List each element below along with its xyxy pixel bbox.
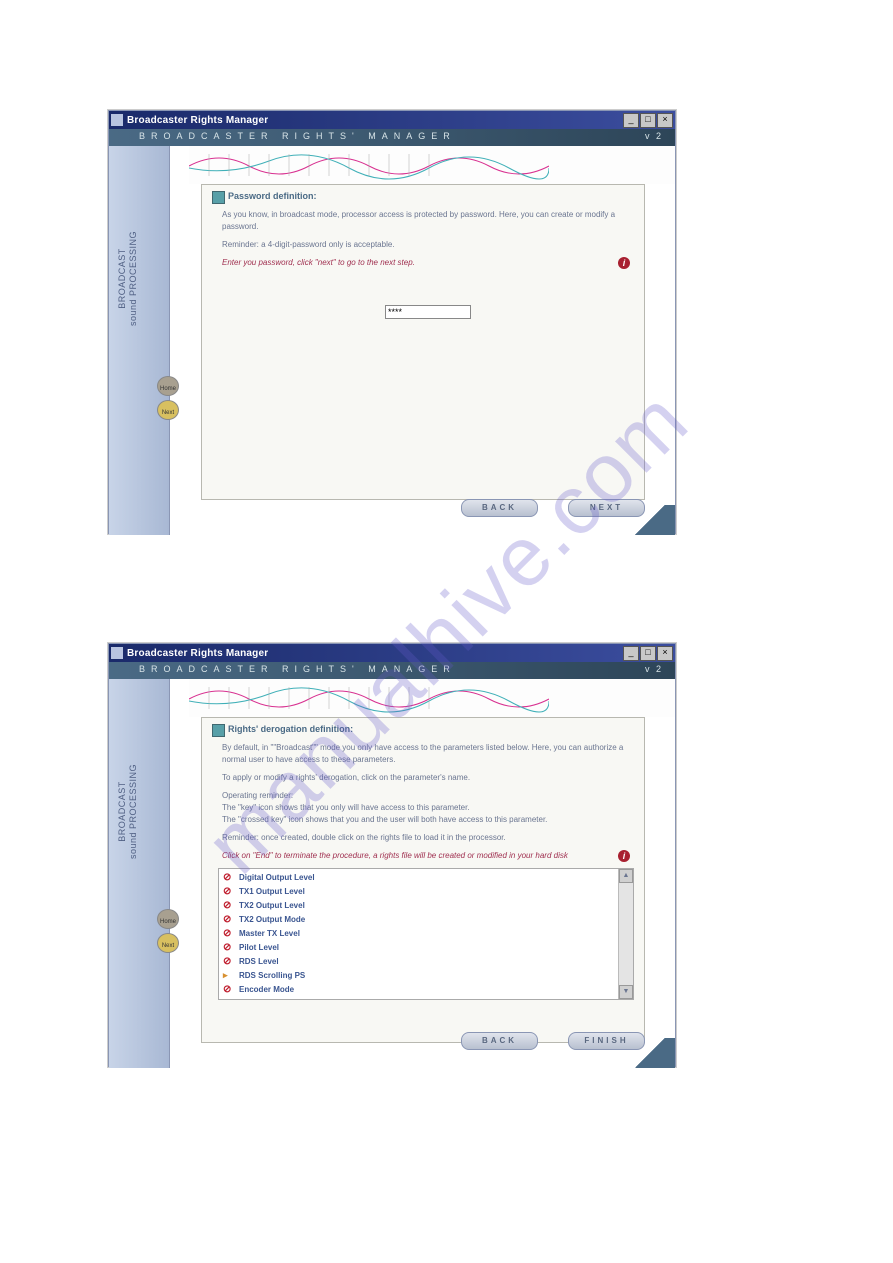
scrollbar[interactable]: ▲ ▼ [618, 869, 633, 999]
body-area: BROADCAST sound PROCESSING BROADC Home N… [109, 146, 675, 535]
rights-item-label: Digital Output Level [239, 873, 315, 882]
side-buttons: Home Next [157, 376, 179, 420]
instruction-text: Enter you password, click "next" to go t… [222, 257, 634, 269]
nav-buttons: BACK FINISH [461, 1032, 645, 1050]
rights-item[interactable]: TX2 Output Level [223, 899, 629, 913]
password-input-wrap [222, 275, 634, 349]
scroll-up-button[interactable]: ▲ [619, 869, 633, 883]
reminder-text: Reminder: a 4-digit-password only is acc… [222, 239, 634, 251]
crossed-key-icon [223, 914, 235, 923]
panel-header: Rights' derogation definition: [212, 722, 634, 738]
rights-item[interactable]: RDS Level [223, 955, 629, 969]
sidebar-vertical-label: BROADCAST sound PROCESSING [117, 231, 139, 326]
app-window-1: Broadcaster Rights Manager _ □ × BROADCA… [108, 110, 676, 534]
operating-reminder: Operating reminder: The "key" icon shows… [222, 790, 634, 826]
titlebar[interactable]: Broadcaster Rights Manager _ □ × [109, 644, 675, 662]
rights-item-label: MPX Guard OnOff & Target [239, 999, 341, 1000]
minimize-button[interactable]: _ [623, 113, 639, 128]
home-button[interactable]: Home [157, 376, 179, 396]
rights-item[interactable]: Master TX Level [223, 927, 629, 941]
maximize-button[interactable]: □ [640, 646, 656, 661]
rights-list: Digital Output Level TX1 Output Level TX2 … [219, 869, 633, 1000]
crossed-key-icon [223, 984, 235, 993]
sidebar: BROADCAST sound PROCESSING BROADC [109, 146, 170, 535]
content-panel-rights: Rights' derogation definition: By defaul… [201, 717, 645, 1043]
crossed-key-icon [223, 872, 235, 881]
version-label: v 2 [645, 664, 663, 674]
rights-item-label: RDS Scrolling PS [239, 971, 305, 980]
window-title: Broadcaster Rights Manager [127, 115, 623, 126]
waveform-graphic [189, 679, 675, 717]
home-button[interactable]: Home [157, 909, 179, 929]
intro-text: By default, in ""Broadcast"" mode you on… [222, 742, 634, 766]
close-button[interactable]: × [657, 646, 673, 661]
rights-item-label: TX2 Output Mode [239, 915, 305, 924]
window-controls: _ □ × [623, 113, 673, 128]
scroll-down-button[interactable]: ▼ [619, 985, 633, 999]
app-window-2: Broadcaster Rights Manager _ □ × BROADCA… [108, 643, 676, 1067]
rights-list-container: Digital Output Level TX1 Output Level TX2 … [218, 868, 634, 1000]
window-controls: _ □ × [623, 646, 673, 661]
corner-decoration [625, 1038, 675, 1068]
rights-item-label: TX2 Output Level [239, 901, 305, 910]
rights-item-label: Master TX Level [239, 929, 300, 938]
rights-item-label: Encoder Mode [239, 985, 294, 994]
close-button[interactable]: × [657, 113, 673, 128]
panel-body: As you know, in broadcast mode, processo… [212, 209, 634, 349]
rights-item[interactable]: TX1 Output Level [223, 885, 629, 899]
waveform-graphic [189, 146, 675, 184]
crossed-key-icon [223, 900, 235, 909]
info-icon[interactable]: i [618, 850, 630, 862]
instruction-text: Click on "End" to terminate the procedur… [222, 850, 634, 862]
crossed-key-icon [223, 928, 235, 937]
rights-item[interactable]: RDS Scrolling PS [223, 969, 629, 983]
rights-item-label: Pilot Level [239, 943, 279, 952]
next-side-button[interactable]: Next [157, 933, 179, 953]
sidebar-vertical-label: BROADCAST sound PROCESSING [117, 764, 139, 859]
rights-item[interactable]: Pilot Level [223, 941, 629, 955]
apply-text: To apply or modify a rights' derogation,… [222, 772, 634, 784]
minimize-button[interactable]: _ [623, 646, 639, 661]
app-banner: BROADCASTER RIGHTS' MANAGER v 2 [109, 129, 675, 146]
rights-item[interactable]: Digital Output Level [223, 871, 629, 885]
nav-buttons: BACK NEXT [461, 499, 645, 517]
titlebar[interactable]: Broadcaster Rights Manager _ □ × [109, 111, 675, 129]
sidebar-ghost-text: BROADC [69, 928, 101, 1060]
panel-header: Password definition: [212, 189, 634, 205]
app-banner: BROADCASTER RIGHTS' MANAGER v 2 [109, 662, 675, 679]
sidebar: BROADCAST sound PROCESSING BROADC [109, 679, 170, 1068]
crossed-key-icon [223, 942, 235, 951]
rights-item[interactable]: Encoder Mode [223, 983, 629, 997]
body-area: BROADCAST sound PROCESSING BROADC Home N… [109, 679, 675, 1068]
folder-icon [223, 970, 235, 979]
intro-text: As you know, in broadcast mode, processo… [222, 209, 634, 233]
password-input[interactable] [385, 305, 471, 319]
window-title: Broadcaster Rights Manager [127, 648, 623, 659]
maximize-button[interactable]: □ [640, 113, 656, 128]
rights-item[interactable]: MPX Guard OnOff & Target [223, 997, 629, 1000]
banner-text: BROADCASTER RIGHTS' MANAGER [139, 664, 456, 674]
version-label: v 2 [645, 131, 663, 141]
rights-item-label: RDS Level [239, 957, 279, 966]
corner-decoration [625, 505, 675, 535]
back-button[interactable]: BACK [461, 499, 538, 517]
back-button[interactable]: BACK [461, 1032, 538, 1050]
next-side-button[interactable]: Next [157, 400, 179, 420]
sidebar-ghost-text: BROADC [69, 395, 101, 527]
crossed-key-icon [223, 886, 235, 895]
app-icon [111, 647, 123, 659]
rights-item-label: TX1 Output Level [239, 887, 305, 896]
info-icon[interactable]: i [618, 257, 630, 269]
app-icon [111, 114, 123, 126]
crossed-key-icon [223, 998, 235, 1000]
banner-text: BROADCASTER RIGHTS' MANAGER [139, 131, 456, 141]
reminder-text: Reminder: once created, double click on … [222, 832, 634, 844]
rights-item[interactable]: TX2 Output Mode [223, 913, 629, 927]
panel-body: By default, in ""Broadcast"" mode you on… [212, 742, 634, 1000]
crossed-key-icon [223, 956, 235, 965]
side-buttons: Home Next [157, 909, 179, 953]
content-panel-password: Password definition: As you know, in bro… [201, 184, 645, 500]
